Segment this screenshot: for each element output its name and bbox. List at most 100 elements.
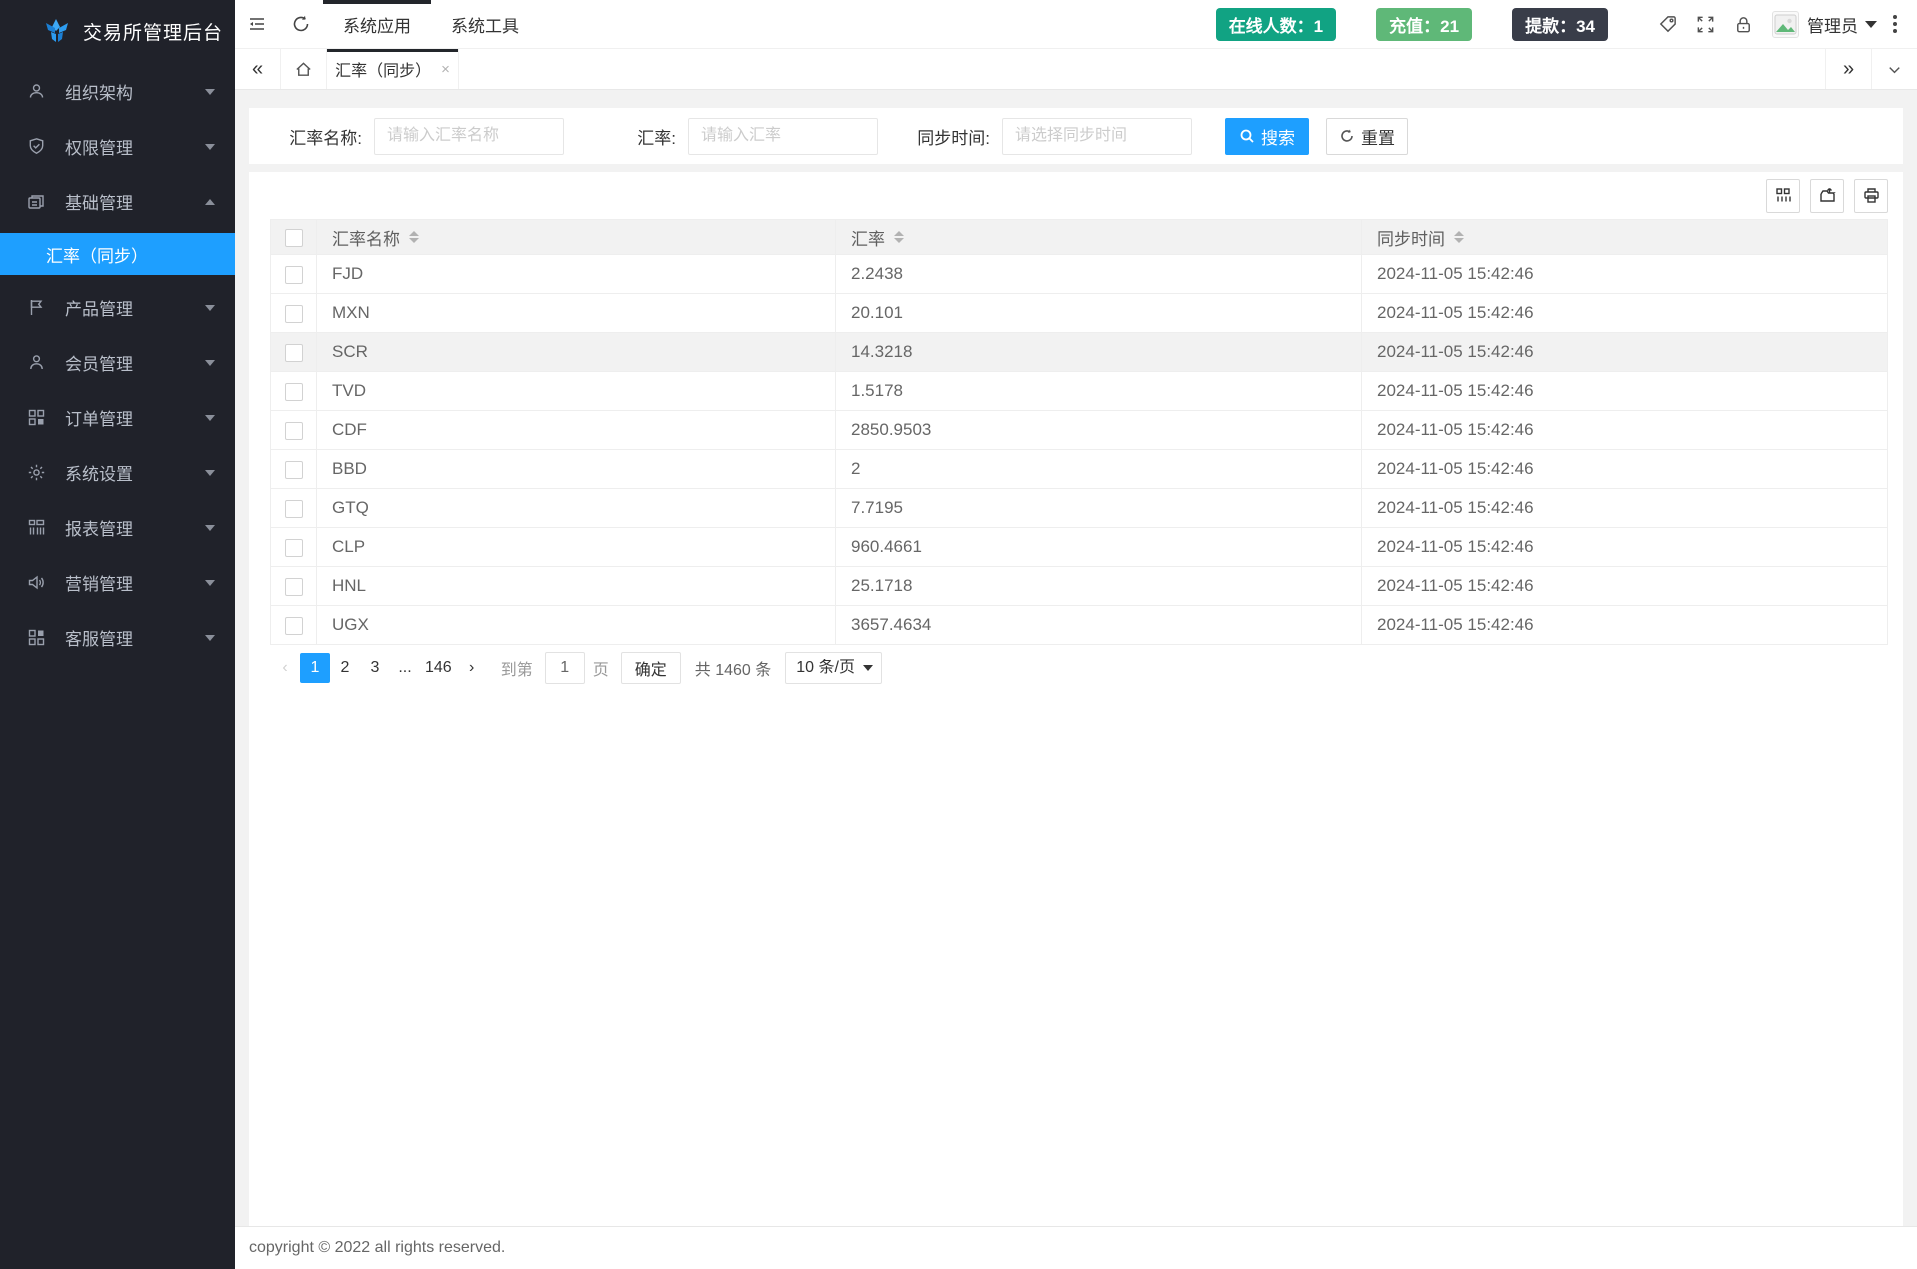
prev-page-icon[interactable]: ‹ bbox=[270, 653, 300, 683]
sidebar-item-9[interactable]: 客服管理 bbox=[0, 610, 235, 665]
field-rate-name: 汇率名称: bbox=[274, 118, 564, 155]
print-icon[interactable] bbox=[1854, 179, 1888, 213]
online-users-badge[interactable]: 在线人数：1 bbox=[1216, 8, 1336, 41]
search-button[interactable]: 搜索 bbox=[1225, 118, 1309, 155]
row-checkbox[interactable] bbox=[285, 500, 303, 518]
sidebar-item-5[interactable]: 订单管理 bbox=[0, 390, 235, 445]
nav-tab-system-tools[interactable]: 系统工具 bbox=[431, 0, 539, 48]
sort-icon[interactable] bbox=[894, 231, 904, 243]
sidebar-subitem[interactable]: 汇率（同步） bbox=[0, 233, 235, 275]
order-icon bbox=[27, 408, 46, 427]
top-header: 系统应用 系统工具 在线人数：1 充值：21 提款：34 管理员 bbox=[235, 0, 1917, 49]
page-button-3[interactable]: 3 bbox=[360, 653, 390, 683]
cell-sync-time: 2024-11-05 15:42:46 bbox=[1362, 411, 1888, 450]
main-area: 系统应用 系统工具 在线人数：1 充值：21 提款：34 管理员 bbox=[235, 0, 1917, 1269]
row-checkbox[interactable] bbox=[285, 422, 303, 440]
caret-icon bbox=[205, 305, 215, 311]
cell-rate: 2850.9503 bbox=[836, 411, 1362, 450]
cell-rate: 3657.4634 bbox=[836, 606, 1362, 645]
reset-button[interactable]: 重置 bbox=[1326, 118, 1408, 155]
cell-rate-name: SCR bbox=[317, 333, 836, 372]
column-sync-time[interactable]: 同步时间 bbox=[1362, 220, 1888, 255]
row-checkbox[interactable] bbox=[285, 383, 303, 401]
sidebar-item-label: 系统设置 bbox=[65, 460, 133, 485]
row-checkbox[interactable] bbox=[285, 305, 303, 323]
cell-sync-time: 2024-11-05 15:42:46 bbox=[1362, 606, 1888, 645]
sort-icon[interactable] bbox=[1454, 231, 1464, 243]
table-header-row: 汇率名称 汇率 同步时间 bbox=[271, 220, 1888, 255]
column-rate-name[interactable]: 汇率名称 bbox=[317, 220, 836, 255]
page-size-select[interactable]: 10 条/页 bbox=[785, 652, 882, 684]
home-icon[interactable] bbox=[281, 49, 327, 89]
cell-rate: 2 bbox=[836, 450, 1362, 489]
avatar bbox=[1772, 11, 1799, 38]
table-row: SCR 14.3218 2024-11-05 15:42:46 bbox=[271, 333, 1888, 372]
fullscreen-icon[interactable] bbox=[1686, 0, 1724, 49]
rate-name-input[interactable] bbox=[374, 118, 564, 155]
sidebar-item-2[interactable]: 基础管理 bbox=[0, 174, 235, 229]
withdrawal-badge[interactable]: 提款：34 bbox=[1512, 8, 1608, 41]
member-icon bbox=[27, 353, 46, 372]
service-icon bbox=[27, 628, 46, 647]
page-size-wrap: 10 条/页 bbox=[785, 652, 882, 684]
sidebar-item-0[interactable]: 组织架构 bbox=[0, 64, 235, 119]
sort-icon[interactable] bbox=[409, 231, 419, 243]
refresh-icon[interactable] bbox=[279, 0, 323, 48]
row-checkbox[interactable] bbox=[285, 617, 303, 635]
cell-sync-time: 2024-11-05 15:42:46 bbox=[1362, 489, 1888, 528]
cell-rate: 20.101 bbox=[836, 294, 1362, 333]
row-checkbox[interactable] bbox=[285, 539, 303, 557]
cell-rate: 1.5178 bbox=[836, 372, 1362, 411]
table-row: CDF 2850.9503 2024-11-05 15:42:46 bbox=[271, 411, 1888, 450]
sidebar-item-6[interactable]: 系统设置 bbox=[0, 445, 235, 500]
rate-name-label: 汇率名称: bbox=[274, 124, 362, 149]
table-row: TVD 1.5178 2024-11-05 15:42:46 bbox=[271, 372, 1888, 411]
sidebar-item-7[interactable]: 报表管理 bbox=[0, 500, 235, 555]
row-checkbox[interactable] bbox=[285, 578, 303, 596]
chevron-down-icon[interactable] bbox=[1871, 49, 1917, 89]
cell-sync-time: 2024-11-05 15:42:46 bbox=[1362, 372, 1888, 411]
close-icon[interactable]: × bbox=[441, 62, 450, 77]
tag-icon[interactable] bbox=[1648, 0, 1686, 49]
cell-rate-name: FJD bbox=[317, 255, 836, 294]
app-logo: 交易所管理后台 bbox=[0, 0, 235, 62]
row-checkbox[interactable] bbox=[285, 461, 303, 479]
confirm-button[interactable]: 确定 bbox=[621, 652, 681, 684]
rate-input[interactable] bbox=[688, 118, 878, 155]
tab-exchange-rate-sync[interactable]: 汇率（同步） × bbox=[327, 49, 459, 89]
sidebar-item-1[interactable]: 权限管理 bbox=[0, 119, 235, 174]
caret-icon bbox=[205, 199, 215, 205]
export-icon[interactable] bbox=[1810, 179, 1844, 213]
page-button-1[interactable]: 1 bbox=[300, 653, 330, 683]
page-button-2[interactable]: 2 bbox=[330, 653, 360, 683]
user-menu[interactable]: 管理员 bbox=[1772, 11, 1877, 38]
tab-label: 汇率（同步） bbox=[335, 57, 431, 81]
collapse-sidebar-icon[interactable] bbox=[235, 0, 279, 48]
page-button-146[interactable]: 146 bbox=[420, 653, 457, 683]
marketing-icon bbox=[27, 573, 46, 592]
jump-page-input[interactable] bbox=[545, 652, 585, 684]
row-checkbox[interactable] bbox=[285, 266, 303, 284]
sync-time-input[interactable] bbox=[1002, 118, 1192, 155]
select-all-checkbox[interactable] bbox=[285, 229, 303, 247]
column-rate[interactable]: 汇率 bbox=[836, 220, 1362, 255]
lock-icon[interactable] bbox=[1724, 0, 1762, 49]
more-vertical-icon[interactable] bbox=[1883, 0, 1907, 49]
table-row: MXN 20.101 2024-11-05 15:42:46 bbox=[271, 294, 1888, 333]
next-page-icon[interactable]: › bbox=[457, 653, 487, 683]
sidebar-item-3[interactable]: 产品管理 bbox=[0, 280, 235, 335]
deposit-badge[interactable]: 充值：21 bbox=[1376, 8, 1472, 41]
double-chevron-left-icon[interactable]: « bbox=[235, 49, 281, 89]
reset-icon bbox=[1339, 128, 1355, 144]
sidebar-item-label: 客服管理 bbox=[65, 625, 133, 650]
cell-rate-name: CDF bbox=[317, 411, 836, 450]
logo-icon bbox=[44, 18, 70, 44]
sidebar-item-4[interactable]: 会员管理 bbox=[0, 335, 235, 390]
nav-tab-system-apps[interactable]: 系统应用 bbox=[323, 0, 431, 48]
sidebar-item-8[interactable]: 营销管理 bbox=[0, 555, 235, 610]
row-checkbox[interactable] bbox=[285, 344, 303, 362]
sidebar-item-label: 报表管理 bbox=[65, 515, 133, 540]
cell-rate: 960.4661 bbox=[836, 528, 1362, 567]
columns-filter-icon[interactable] bbox=[1766, 179, 1800, 213]
double-chevron-right-icon[interactable]: » bbox=[1825, 49, 1871, 89]
